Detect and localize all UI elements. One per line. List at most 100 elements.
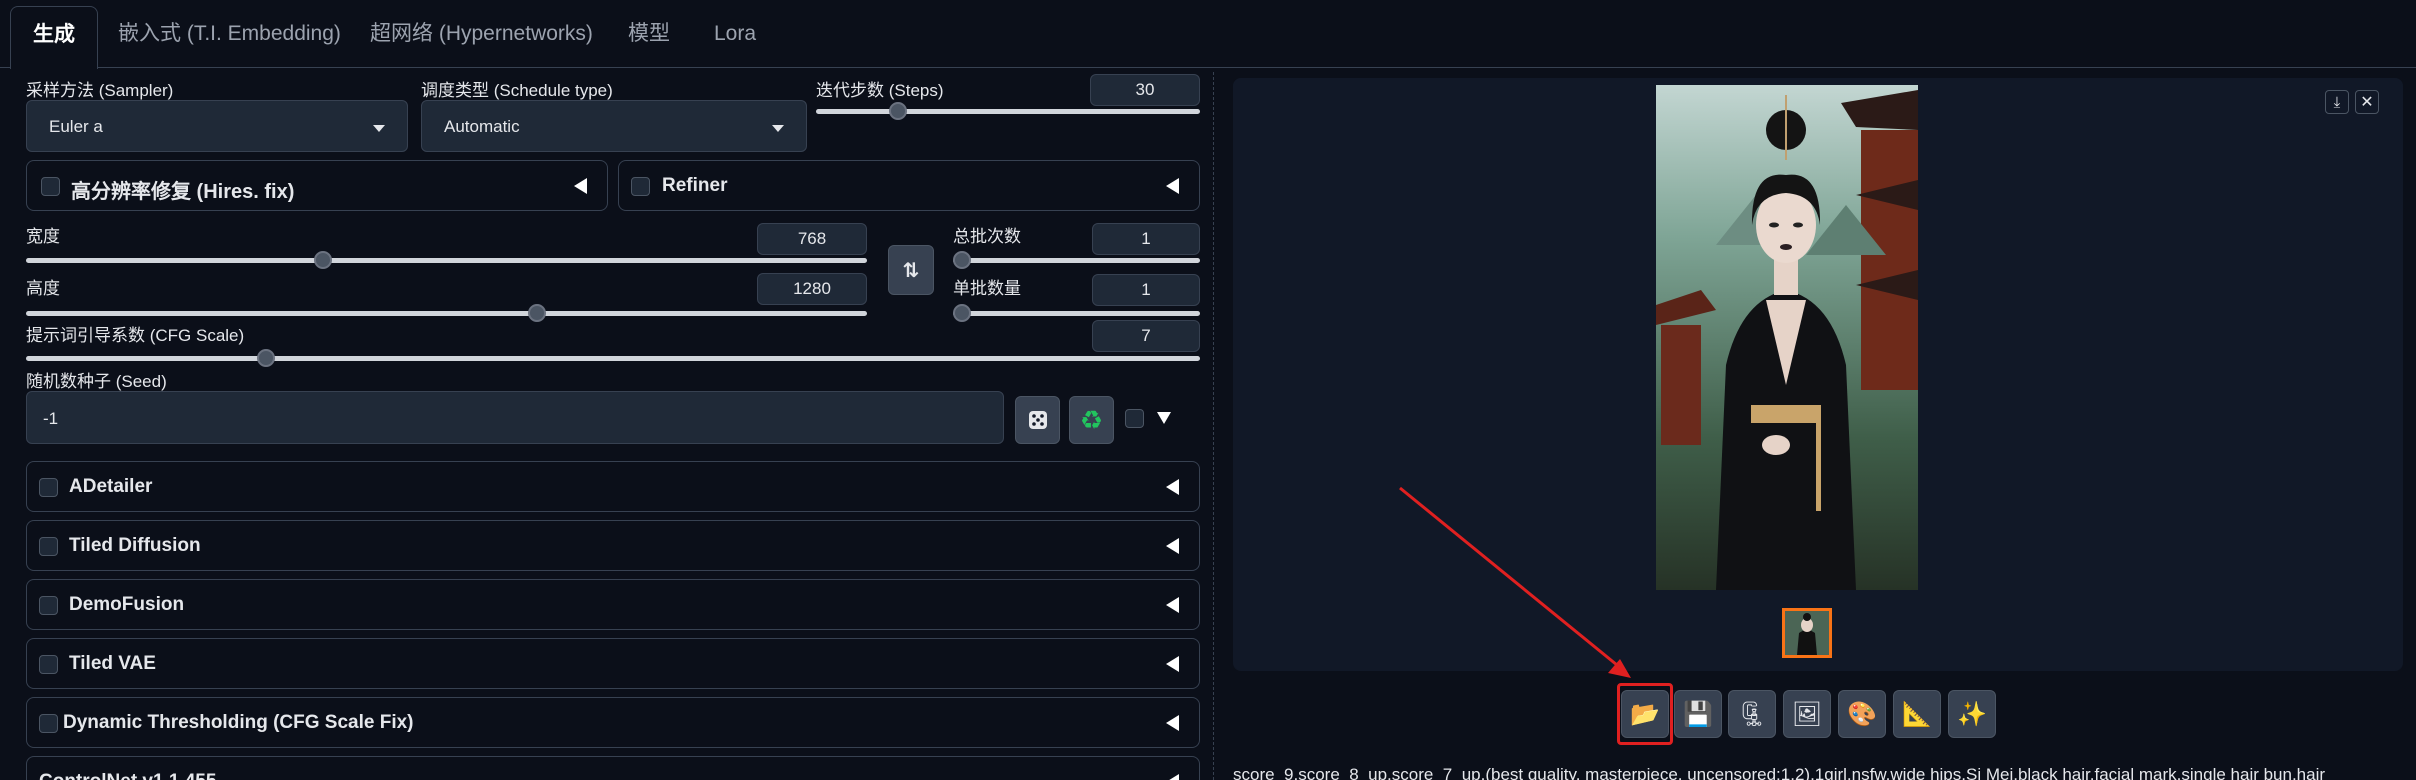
sparkle-icon: ✨ <box>1957 700 1987 728</box>
generated-portrait-image[interactable] <box>1656 85 1918 590</box>
seed-value: -1 <box>43 409 59 428</box>
accordion-label: Dynamic Thresholding (CFG Scale Fix) <box>63 712 414 733</box>
open-folder-button[interactable]: 📂 <box>1621 690 1669 738</box>
swap-dimensions-button[interactable]: ⇅ <box>888 245 934 295</box>
batch-size-slider-thumb[interactable] <box>953 304 971 322</box>
annotation-arrow <box>1399 486 1631 678</box>
collapse-triangle-icon <box>1166 774 1179 780</box>
accordion-dynamic-thresholding[interactable]: Dynamic Thresholding (CFG Scale Fix) <box>26 697 1200 748</box>
tab-generate[interactable]: 生成 <box>10 6 98 69</box>
steps-input[interactable]: 30 <box>1090 74 1200 106</box>
accordion-tiled-diffusion[interactable]: Tiled Diffusion <box>26 520 1200 571</box>
expand-triangle-icon[interactable] <box>1157 412 1171 424</box>
accordion-label: Tiled VAE <box>69 653 156 674</box>
accordion-checkbox[interactable] <box>39 478 58 497</box>
hires-fix-checkbox[interactable] <box>41 177 60 196</box>
chevron-down-icon <box>772 125 784 132</box>
tab-embedding[interactable]: 嵌入式 (T.I. Embedding) <box>118 14 341 54</box>
width-label: 宽度 <box>26 227 60 246</box>
width-slider-thumb[interactable] <box>314 251 333 269</box>
batch-count-input[interactable]: 1 <box>1092 223 1200 255</box>
accordion-label: DemoFusion <box>69 594 185 615</box>
hires-fix-accordion[interactable]: 高分辨率修复 (Hires. fix) <box>26 160 608 211</box>
tab-lora[interactable]: Lora <box>714 14 756 54</box>
cfg-label: 提示词引导系数 (CFG Scale) <box>26 326 245 345</box>
accordion-label: Tiled Diffusion <box>69 535 201 556</box>
send-to-inpaint-button[interactable]: 🎨 <box>1838 690 1886 738</box>
accordion-demofusion[interactable]: DemoFusion <box>26 579 1200 630</box>
height-slider-track[interactable] <box>26 311 867 316</box>
save-button[interactable]: 💾 <box>1674 690 1722 738</box>
steps-slider-thumb[interactable] <box>889 102 908 120</box>
tab-bar: 生成 嵌入式 (T.I. Embedding) 超网络 (Hypernetwor… <box>0 0 2416 69</box>
accordion-label: ControlNet v1.1.455 <box>39 771 216 780</box>
cfg-slider-track[interactable] <box>26 356 1200 361</box>
collapse-triangle-icon <box>1166 178 1179 194</box>
height-slider-thumb[interactable] <box>528 304 547 322</box>
zip-button[interactable]: 🗜 <box>1728 690 1776 738</box>
batch-count-slider-thumb[interactable] <box>953 251 971 269</box>
chevron-down-icon <box>373 125 385 132</box>
collapse-triangle-icon <box>574 178 587 194</box>
collapse-triangle-icon <box>1166 715 1179 731</box>
accordion-checkbox[interactable] <box>39 655 58 674</box>
width-slider-track[interactable] <box>26 258 867 263</box>
dice-icon <box>1028 411 1047 429</box>
accordion-checkbox[interactable] <box>39 714 58 733</box>
refiner-accordion[interactable]: Refiner <box>618 160 1200 211</box>
close-icon[interactable]: ✕ <box>2355 90 2379 114</box>
sampler-dropdown[interactable]: Euler a <box>26 100 408 152</box>
extra-seed-checkbox[interactable] <box>1125 409 1144 428</box>
batch-size-slider-track[interactable] <box>953 311 1200 316</box>
refiner-label: Refiner <box>662 175 728 196</box>
recycle-icon: ♻ <box>1079 404 1104 435</box>
zip-icon: 🗜 <box>1736 700 1768 728</box>
send-to-img2img-button[interactable]: 🖼 <box>1783 690 1831 738</box>
sampler-value: Euler a <box>49 117 103 136</box>
accordion-controlnet[interactable]: ControlNet v1.1.455 <box>26 756 1200 780</box>
ruler-icon: 📐 <box>1902 700 1932 728</box>
reuse-seed-button[interactable]: ♻ <box>1069 396 1114 444</box>
accordion-adetailer[interactable]: ADetailer <box>26 461 1200 512</box>
collapse-triangle-icon <box>1166 597 1179 613</box>
collapse-triangle-icon <box>1166 656 1179 672</box>
refiner-checkbox[interactable] <box>631 177 650 196</box>
steps-slider-track[interactable] <box>816 109 1200 114</box>
tab-hypernetworks[interactable]: 超网络 (Hypernetworks) <box>370 14 593 54</box>
seed-label: 随机数种子 (Seed) <box>26 372 167 391</box>
download-icon[interactable]: ⤓ <box>2325 90 2349 114</box>
gallery-thumbnail[interactable] <box>1782 608 1832 658</box>
cfg-input[interactable]: 7 <box>1092 320 1200 352</box>
steps-label: 迭代步数 (Steps) <box>816 81 944 100</box>
accordion-checkbox[interactable] <box>39 596 58 615</box>
schedule-value: Automatic <box>444 117 520 136</box>
img2img-icon: 🖼 <box>1791 700 1823 728</box>
accordion-label: ADetailer <box>69 476 153 497</box>
batch-count-label: 总批次数 <box>953 227 1021 246</box>
cfg-slider-thumb[interactable] <box>257 349 276 367</box>
batch-size-label: 单批数量 <box>953 279 1021 298</box>
sampler-label: 采样方法 (Sampler) <box>26 81 174 100</box>
width-input[interactable]: 768 <box>757 223 867 255</box>
palette-icon: 🎨 <box>1847 700 1877 728</box>
accordion-checkbox[interactable] <box>39 537 58 556</box>
column-divider <box>1213 72 1214 780</box>
tab-models[interactable]: 模型 <box>628 14 670 54</box>
save-icon: 💾 <box>1683 700 1713 728</box>
collapse-triangle-icon <box>1166 479 1179 495</box>
schedule-label: 调度类型 (Schedule type) <box>421 81 613 100</box>
upscale-button[interactable]: ✨ <box>1948 690 1996 738</box>
height-label: 高度 <box>26 279 60 298</box>
schedule-dropdown[interactable]: Automatic <box>421 100 807 152</box>
batch-count-slider-track[interactable] <box>953 258 1200 263</box>
batch-size-input[interactable]: 1 <box>1092 274 1200 306</box>
seed-input[interactable]: -1 <box>26 391 1004 444</box>
accordion-tiled-vae[interactable]: Tiled VAE <box>26 638 1200 689</box>
hires-fix-label: 高分辨率修复 (Hires. fix) <box>71 181 295 203</box>
generation-info-text: score_9,score_8_up,score_7_up,(best qual… <box>1233 765 2326 780</box>
height-input[interactable]: 1280 <box>757 273 867 305</box>
random-seed-button[interactable] <box>1015 396 1060 444</box>
send-to-extras-button[interactable]: 📐 <box>1893 690 1941 738</box>
collapse-triangle-icon <box>1166 538 1179 554</box>
swap-arrows-icon: ⇅ <box>902 259 920 282</box>
